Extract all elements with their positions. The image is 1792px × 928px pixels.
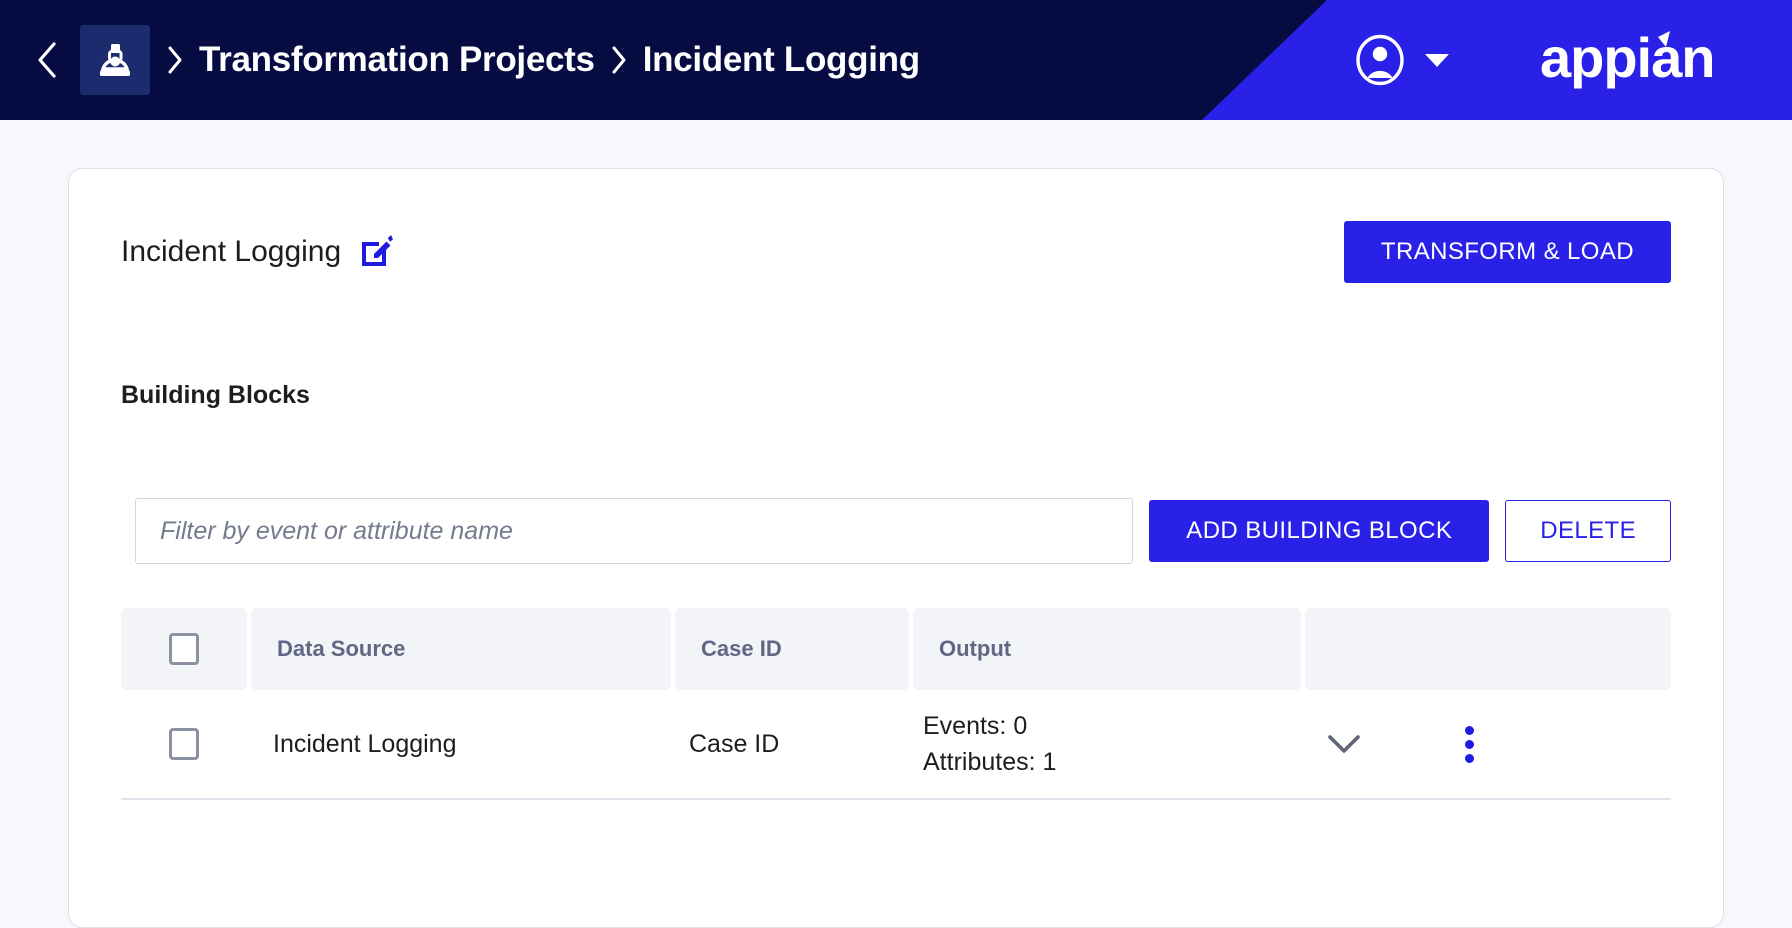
chevron-down-icon — [1328, 735, 1360, 753]
transform-and-load-button[interactable]: TRANSFORM & LOAD — [1343, 221, 1671, 283]
table-header-data-source[interactable]: Data Source — [251, 608, 671, 690]
breadcrumb: Transformation Projects Incident Logging — [164, 39, 920, 81]
user-menu-button[interactable] — [1354, 34, 1450, 86]
svg-text:appian: appian — [1540, 29, 1714, 89]
back-button[interactable] — [30, 40, 64, 80]
card-header: Incident Logging TRANSFORM & LOAD — [121, 169, 1671, 283]
row-output-events: Events: 0 — [923, 711, 1028, 740]
edit-pencil-square-icon — [362, 235, 394, 266]
row-expand-button[interactable] — [1289, 733, 1399, 755]
top-bar-right-section: appian — [1354, 0, 1792, 120]
breadcrumb-item-incident-logging[interactable]: Incident Logging — [643, 40, 920, 80]
app-home-button[interactable] — [80, 25, 150, 95]
row-output-attributes: Attributes: 1 — [923, 748, 1057, 776]
row-output: Events: 0 Attributes: 1 — [901, 708, 1289, 781]
incident-logging-card: Incident Logging TRANSFORM & LOAD Buildi… — [68, 168, 1724, 928]
edit-title-button[interactable] — [359, 235, 394, 269]
table-header-output[interactable]: Output — [913, 608, 1301, 690]
table-header-select-all — [121, 608, 247, 690]
breadcrumb-separator-icon — [164, 39, 186, 81]
table-toolbar: ADD BUILDING BLOCK DELETE — [121, 498, 1671, 564]
table-header-case-id[interactable]: Case ID — [675, 608, 909, 690]
section-title-building-blocks: Building Blocks — [121, 381, 310, 409]
select-all-checkbox[interactable] — [169, 633, 199, 665]
table-row: Incident Logging Case ID Events: 0 Attri… — [121, 690, 1671, 800]
breadcrumb-separator-icon-2 — [608, 39, 630, 81]
filter-input[interactable] — [135, 498, 1134, 564]
page-body: Incident Logging TRANSFORM & LOAD Buildi… — [0, 120, 1792, 928]
table-header-actions — [1305, 608, 1671, 690]
title-group: Incident Logging — [121, 235, 394, 269]
add-building-block-button[interactable]: ADD BUILDING BLOCK — [1149, 500, 1490, 562]
delete-button[interactable]: DELETE — [1505, 500, 1671, 562]
appian-logo: appian — [1540, 29, 1750, 91]
kebab-menu-icon — [1465, 725, 1474, 763]
table-header-row: Data Source Case ID Output — [121, 608, 1671, 690]
row-data-source: Incident Logging — [273, 729, 457, 758]
row-checkbox[interactable] — [169, 728, 199, 760]
row-case-id: Case ID — [689, 729, 780, 758]
breadcrumb-item-transformation-projects[interactable]: Transformation Projects — [199, 40, 595, 80]
user-circle-icon — [1356, 34, 1404, 86]
page-title: Incident Logging — [121, 235, 342, 268]
row-actions-menu-button[interactable] — [1399, 725, 1671, 763]
row-select-cell — [121, 728, 247, 760]
microscope-icon — [100, 44, 130, 76]
chevron-left-icon — [38, 42, 56, 78]
caret-down-icon — [1425, 54, 1449, 67]
top-navigation-bar: Transformation Projects Incident Logging… — [0, 0, 1792, 120]
building-blocks-table: Data Source Case ID Output Incident Logg… — [121, 608, 1671, 800]
